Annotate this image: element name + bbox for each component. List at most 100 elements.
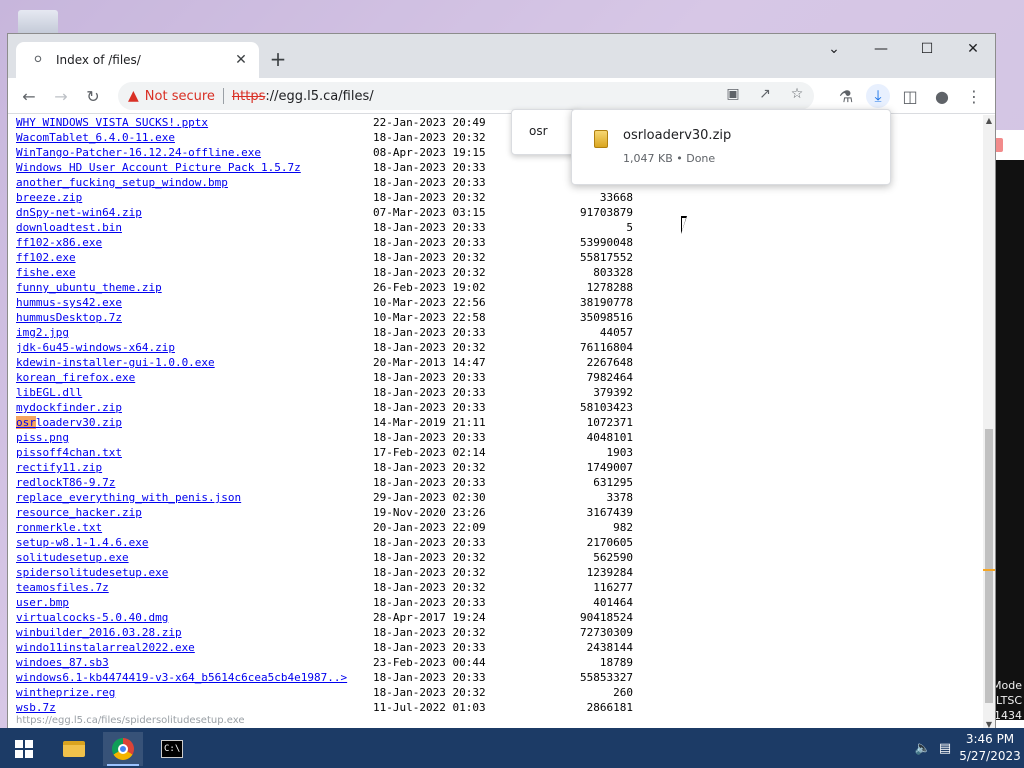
file-date: 26-Feb-2023 19:02 <box>373 281 486 294</box>
downloads-icon[interactable]: ⤓ <box>866 84 890 108</box>
file-link[interactable]: resource_hacker.zip <box>16 505 373 520</box>
file-date: 18-Jan-2023 20:33 <box>373 641 486 654</box>
file-date: 18-Jan-2023 20:33 <box>373 221 486 234</box>
file-date: 18-Jan-2023 20:32 <box>373 191 486 204</box>
file-link[interactable]: Windows HD User Account Picture Pack 1.5… <box>16 160 373 175</box>
file-date: 18-Jan-2023 20:33 <box>373 176 486 189</box>
file-link[interactable]: setup-w8.1-1.4.6.exe <box>16 535 373 550</box>
file-link[interactable]: another_fucking_setup_window.bmp <box>16 175 373 190</box>
file-listing: WHY WINDOWS VISTA SUCKS!.pptx 22-Jan-2023… <box>16 115 633 715</box>
warning-icon[interactable]: ▲ <box>128 88 139 104</box>
omnibox-actions: ▣ ↗ ☆ <box>724 86 806 102</box>
file-link[interactable]: piss.png <box>16 430 373 445</box>
address-bar[interactable]: ▲ Not secure https ://egg.l5.ca/files/ ▣… <box>118 82 814 110</box>
taskbar: C:\ 🔈 ▤ 3:46 PM 5/27/2023 <box>0 728 1024 768</box>
file-link[interactable]: spidersolitudesetup.exe <box>16 565 373 580</box>
close-window-button[interactable]: ✕ <box>950 34 995 64</box>
file-date: 18-Jan-2023 20:33 <box>373 536 486 549</box>
table-row: ff102.exe 18-Jan-2023 20:32 55817552 <box>16 250 633 265</box>
file-size: 116277 <box>593 581 633 594</box>
file-link[interactable]: ronmerkle.txt <box>16 520 373 535</box>
file-link[interactable]: mydockfinder.zip <box>16 400 373 415</box>
file-link[interactable]: ff102-x86.exe <box>16 235 373 250</box>
clock[interactable]: 3:46 PM 5/27/2023 <box>956 731 1024 765</box>
start-button[interactable] <box>4 732 44 766</box>
file-date: 18-Jan-2023 20:32 <box>373 581 486 594</box>
file-date: 18-Jan-2023 20:33 <box>373 401 486 414</box>
file-link[interactable]: fishe.exe <box>16 265 373 280</box>
file-link[interactable]: osrloaderv30.zip <box>16 415 373 430</box>
tab-active[interactable]: ⚪ Index of /files/ ✕ <box>16 42 259 78</box>
file-link[interactable]: hummus-sys42.exe <box>16 295 373 310</box>
lens-icon[interactable]: ▣ <box>724 86 742 102</box>
file-link[interactable]: downloadtest.bin <box>16 220 373 235</box>
file-link[interactable]: ff102.exe <box>16 250 373 265</box>
file-link[interactable]: funny_ubuntu_theme.zip <box>16 280 373 295</box>
table-row: solitudesetup.exe 18-Jan-2023 20:32 562590 <box>16 550 633 565</box>
file-link[interactable]: windows6.1-kb4474419-v3-x64_b5614c6cea5c… <box>16 670 373 685</box>
vertical-scrollbar[interactable]: ▲ ▼ <box>983 115 995 729</box>
file-link[interactable]: img2.jpg <box>16 325 373 340</box>
table-row: piss.png 18-Jan-2023 20:33 4048101 <box>16 430 633 445</box>
file-date: 07-Mar-2023 03:15 <box>373 206 486 219</box>
tab-close-icon[interactable]: ✕ <box>233 52 249 68</box>
reload-button[interactable]: ↻ <box>81 84 105 108</box>
forward-button[interactable]: → <box>49 84 73 108</box>
file-link[interactable]: pissoff4chan.txt <box>16 445 373 460</box>
back-button[interactable]: ← <box>17 84 41 108</box>
file-link[interactable]: winbuilder_2016.03.28.zip <box>16 625 373 640</box>
table-row: downloadtest.bin 18-Jan-2023 20:33 5 <box>16 220 633 235</box>
table-row: redlockT86-9.7z 18-Jan-2023 20:33 631295 <box>16 475 633 490</box>
table-row: resource_hacker.zip 19-Nov-2020 23:26 3167… <box>16 505 633 520</box>
find-query[interactable]: osr <box>529 124 548 138</box>
file-link[interactable]: jdk-6u45-windows-x64.zip <box>16 340 373 355</box>
file-link[interactable]: hummusDesktop.7z <box>16 310 373 325</box>
download-filename[interactable]: osrloaderv30.zip <box>623 128 731 143</box>
volume-muted-icon[interactable]: 🔈 <box>912 741 934 756</box>
table-row: fishe.exe 18-Jan-2023 20:32 803328 <box>16 265 633 280</box>
file-link[interactable]: wintheprize.reg <box>16 685 373 700</box>
file-explorer-button[interactable] <box>54 732 94 766</box>
file-link[interactable]: windo11instalarreal2022.exe <box>16 640 373 655</box>
share-icon[interactable]: ↗ <box>756 86 774 102</box>
file-link[interactable]: WinTango-Patcher-16.12.24-offline.exe <box>16 145 373 160</box>
file-link[interactable]: solitudesetup.exe <box>16 550 373 565</box>
file-link[interactable]: WHY WINDOWS VISTA SUCKS!.pptx <box>16 115 373 130</box>
clock-time: 3:46 PM <box>965 732 1015 746</box>
file-link[interactable]: kdewin-installer-gui-1.0.0.exe <box>16 355 373 370</box>
file-link[interactable]: dnSpy-net-win64.zip <box>16 205 373 220</box>
file-date: 11-Jul-2022 01:03 <box>373 701 486 714</box>
file-date: 18-Jan-2023 20:33 <box>373 671 486 684</box>
find-match-marker <box>983 569 995 571</box>
file-link[interactable]: redlockT86-9.7z <box>16 475 373 490</box>
file-link[interactable]: breeze.zip <box>16 190 373 205</box>
file-link[interactable]: korean_firefox.exe <box>16 370 373 385</box>
file-link[interactable]: teamosfiles.7z <box>16 580 373 595</box>
scrollbar-thumb[interactable] <box>985 429 993 703</box>
chrome-taskbar-button[interactable] <box>103 732 143 766</box>
file-size: 55817552 <box>580 251 633 264</box>
file-link[interactable]: rectify11.zip <box>16 460 373 475</box>
file-link[interactable]: virtualcocks-5.0.40.dmg <box>16 610 373 625</box>
scroll-up-icon[interactable]: ▲ <box>983 115 995 127</box>
file-link[interactable]: WacomTablet_6.4.0-11.exe <box>16 130 373 145</box>
cmd-taskbar-button[interactable]: C:\ <box>152 732 192 766</box>
bookmark-star-icon[interactable]: ☆ <box>788 86 806 102</box>
file-link[interactable]: replace_everything_with_penis.json <box>16 490 373 505</box>
security-label[interactable]: Not secure <box>145 89 215 104</box>
extension-flask-icon[interactable]: ⚗ <box>834 84 858 108</box>
maximize-button[interactable]: ☐ <box>904 34 950 64</box>
file-size: 58103423 <box>580 401 633 414</box>
profile-icon[interactable]: ● <box>930 84 954 108</box>
menu-kebab-icon[interactable]: ⋮ <box>962 84 986 108</box>
minimize-button[interactable]: — <box>858 34 904 64</box>
file-link[interactable]: libEGL.dll <box>16 385 373 400</box>
file-date: 22-Jan-2023 20:49 <box>373 116 486 129</box>
new-tab-button[interactable]: + <box>266 48 290 72</box>
side-panel-icon[interactable]: ◫ <box>898 84 922 108</box>
file-link[interactable]: user.bmp <box>16 595 373 610</box>
file-link[interactable]: windoes_87.sb3 <box>16 655 373 670</box>
table-row: spidersolitudesetup.exe 18-Jan-2023 20:32… <box>16 565 633 580</box>
network-icon[interactable]: ▤ <box>934 741 956 756</box>
tab-search-button[interactable]: ⌄ <box>811 34 857 64</box>
